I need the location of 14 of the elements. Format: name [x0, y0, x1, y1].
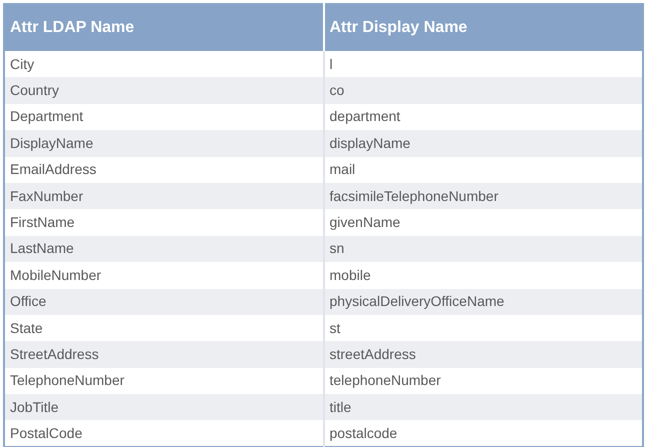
table-cell: givenName: [324, 209, 643, 236]
table-cell: physicalDeliveryOfficeName: [324, 288, 643, 315]
table-cell: title: [324, 394, 643, 420]
table-cell: streetAddress: [324, 341, 643, 368]
table-cell: l: [324, 51, 643, 78]
table-cell: mobile: [324, 262, 643, 289]
table-cell: postalcode: [324, 420, 643, 447]
table-cell: mail: [324, 156, 643, 183]
table-cell: facsimileTelephoneNumber: [324, 182, 643, 210]
table-cell: st: [324, 314, 643, 342]
table-cell: PostalCode: [4, 420, 324, 447]
table-cell: sn: [324, 236, 643, 262]
table-cell: telephoneNumber: [324, 368, 643, 394]
table-cell: department: [324, 104, 643, 130]
